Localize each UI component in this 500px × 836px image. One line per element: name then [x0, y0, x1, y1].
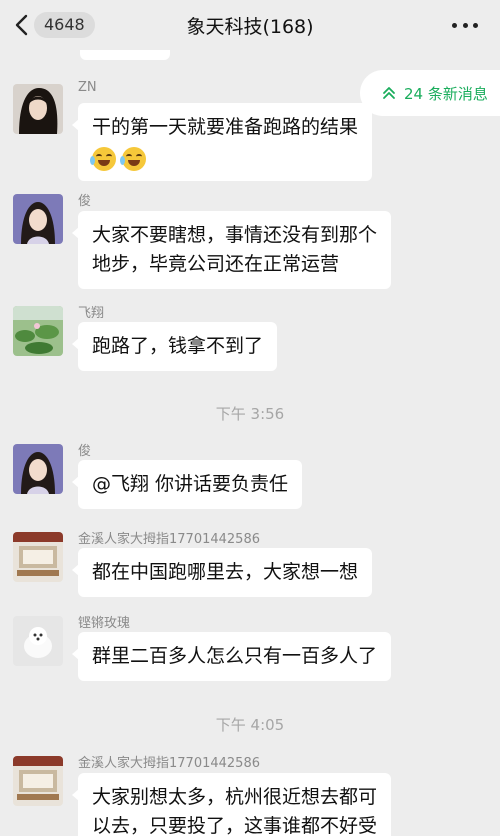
new-messages-label: 24 条新消息	[404, 84, 488, 103]
chat-title: 象天科技(168)	[186, 16, 314, 38]
message-bubble[interactable]: 大家不要瞎想，事情还没有到那个 地步，毕竟公司还在正常运营	[71, 211, 392, 289]
avatar[interactable]	[13, 306, 63, 356]
avatar[interactable]	[13, 532, 63, 582]
message-bubble[interactable]: 群里二百多人怎么只有一百多人了	[71, 632, 392, 681]
chat-header: 4648 象天科技(168)	[0, 0, 500, 50]
message-text: 以去，只要投了，这事谁都不好受	[92, 815, 378, 836]
message-text: 大家不要瞎想，事情还没有到那个	[92, 224, 378, 246]
message-text: @飞翔 你讲话要负责任	[92, 473, 289, 495]
message-text: 跑路了，钱拿不到了	[92, 335, 264, 357]
sender-name: ZN	[78, 80, 97, 95]
sender-name: 俊	[78, 194, 92, 209]
more-options-button[interactable]	[452, 17, 478, 33]
message-bubble[interactable]: @飞翔 你讲话要负责任	[71, 460, 303, 509]
new-messages-button[interactable]: 24 条新消息	[360, 70, 500, 116]
double-chevron-up-icon	[383, 87, 395, 99]
message-text: 大家别想太多，杭州很近想去都可	[92, 786, 378, 808]
sender-name: 铿锵玫瑰	[78, 616, 131, 631]
tears-of-joy-emoji-icon	[120, 146, 146, 171]
message-bubble[interactable]: 跑路了，钱拿不到了	[71, 322, 278, 371]
avatar[interactable]	[13, 194, 63, 244]
avatar[interactable]	[13, 616, 63, 666]
dot-icon	[452, 22, 457, 28]
avatar[interactable]	[13, 84, 63, 134]
previous-message-bubble	[80, 50, 170, 60]
tears-of-joy-emoji-icon	[90, 146, 116, 171]
sender-name: 金溪人家大拇指17701442586	[78, 756, 260, 771]
message-text: 都在中国跑哪里去，大家想一想	[92, 561, 359, 583]
message-bubble[interactable]: 干的第一天就要准备跑路的结果	[71, 103, 373, 181]
timestamp: 下午 4:05	[215, 716, 285, 734]
message-bubble[interactable]: 大家别想太多，杭州很近想去都可 以去，只要投了，这事谁都不好受	[71, 773, 392, 836]
dot-icon	[473, 22, 478, 28]
message-text: 地步，毕竟公司还在正常运营	[92, 253, 340, 275]
message-text: 群里二百多人怎么只有一百多人了	[92, 645, 378, 667]
sender-name: 飞翔	[78, 306, 105, 321]
timestamp: 下午 3:56	[215, 405, 285, 423]
message-text: 干的第一天就要准备跑路的结果	[92, 116, 359, 138]
message-bubble[interactable]: 都在中国跑哪里去，大家想一想	[71, 548, 373, 597]
avatar[interactable]	[13, 444, 63, 494]
avatar[interactable]	[13, 756, 63, 806]
sender-name: 俊	[78, 444, 92, 459]
sender-name: 金溪人家大拇指17701442586	[78, 532, 260, 547]
dot-icon	[462, 22, 468, 28]
